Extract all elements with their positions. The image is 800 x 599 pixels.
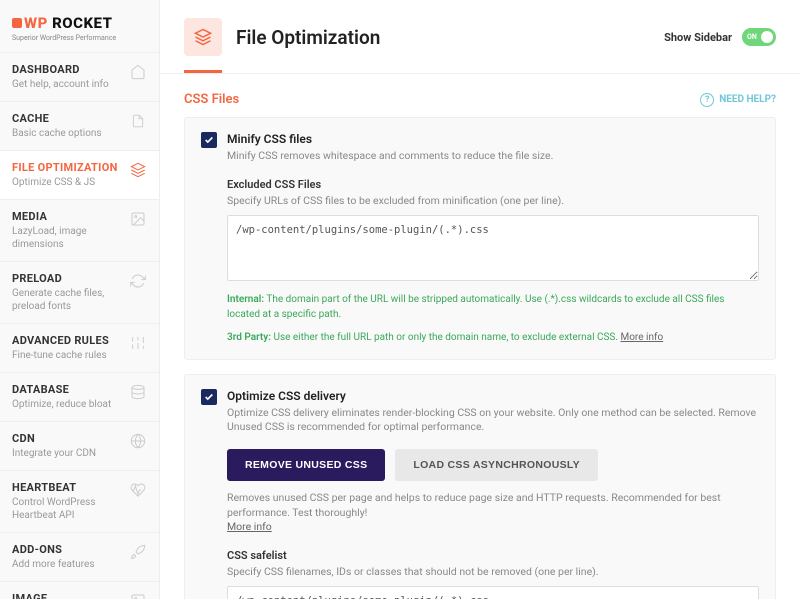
optimize-css-title: Optimize CSS delivery	[227, 389, 759, 403]
hint-3rdparty-label: 3rd Party:	[227, 332, 271, 343]
nav-subtitle: Add more features	[12, 558, 123, 571]
need-help-link[interactable]: ? NEED HELP?	[700, 93, 776, 107]
remove-unused-css-button[interactable]: REMOVE UNUSED CSS	[227, 449, 385, 481]
rocket-icon	[129, 543, 147, 561]
globe-icon	[129, 432, 147, 450]
more-info-link[interactable]: More info	[621, 332, 664, 343]
nav-subtitle: Integrate your CDN	[12, 447, 123, 460]
nav-title: MEDIA	[12, 210, 123, 223]
sidebar-item-advanced-rules[interactable]: ADVANCED RULES Fine-tune cache rules	[0, 323, 159, 372]
css-safelist-textarea[interactable]	[227, 586, 759, 599]
sidebar-item-database[interactable]: DATABASE Optimize, reduce bloat	[0, 372, 159, 421]
nav-subtitle: LazyLoad, image dimensions	[12, 225, 123, 251]
nav-subtitle: Optimize CSS & JS	[12, 176, 123, 189]
sidebar-item-preload[interactable]: PRELOAD Generate cache files, preload fon…	[0, 261, 159, 323]
nav-title: PRELOAD	[12, 272, 123, 285]
load-css-async-button[interactable]: LOAD CSS ASYNCHRONOUSLY	[395, 449, 598, 481]
sidebar-item-image-optimization[interactable]: IMAGE OPTIMIZATION	[0, 581, 159, 599]
hint-3rdparty-text: Use either the full URL path or only the…	[273, 332, 618, 343]
excluded-css-textarea[interactable]	[227, 215, 759, 281]
show-sidebar-toggle[interactable]: ON	[742, 28, 776, 46]
image2-icon	[129, 592, 147, 599]
main-content: File Optimization Show Sidebar ON CSS Fi…	[160, 0, 800, 599]
refresh-icon	[129, 272, 147, 290]
excluded-css-label: Excluded CSS Files	[227, 178, 759, 191]
more-info-link-2[interactable]: More info	[227, 520, 272, 533]
image-icon	[129, 210, 147, 228]
sidebar-item-cache[interactable]: CACHE Basic cache options	[0, 101, 159, 150]
nav-title: DATABASE	[12, 383, 123, 396]
show-sidebar-label: Show Sidebar	[664, 31, 732, 44]
home-icon	[129, 63, 147, 81]
sidebar-item-media[interactable]: MEDIA LazyLoad, image dimensions	[0, 199, 159, 261]
minify-css-checkbox[interactable]	[201, 132, 217, 148]
nav-title: HEARTBEAT	[12, 481, 123, 494]
nav-title: CDN	[12, 432, 123, 445]
sidebar: WP ROCKET Superior WordPress Performance…	[0, 0, 160, 599]
nav-subtitle: Fine-tune cache rules	[12, 349, 123, 362]
page-header: File Optimization Show Sidebar ON	[160, 0, 800, 56]
sidebar-item-dashboard[interactable]: DASHBOARD Get help, account info	[0, 52, 159, 101]
file-icon	[129, 112, 147, 130]
nav-title: FILE OPTIMIZATION	[12, 161, 123, 174]
minify-css-panel: Minify CSS files Minify CSS removes whit…	[184, 117, 776, 360]
sliders-icon	[129, 334, 147, 352]
optimize-css-checkbox[interactable]	[201, 389, 217, 405]
css-safelist-desc: Specify CSS filenames, IDs or classes th…	[227, 565, 759, 578]
hint-internal-label: Internal:	[227, 294, 264, 305]
database-icon	[129, 383, 147, 401]
nav-subtitle: Generate cache files, preload fonts	[12, 287, 123, 313]
layers-icon	[184, 18, 222, 56]
sidebar-item-add-ons[interactable]: ADD-ONS Add more features	[0, 532, 159, 581]
toggle-on-label: ON	[747, 33, 757, 41]
logo-rocket: ROCKET	[52, 14, 112, 32]
logo-wp: WP	[24, 14, 48, 32]
minify-css-title: Minify CSS files	[227, 132, 759, 146]
nav-title: CACHE	[12, 112, 123, 125]
nav-title: DASHBOARD	[12, 63, 123, 76]
nav-title: ADD-ONS	[12, 543, 123, 556]
need-help-label: NEED HELP?	[719, 94, 776, 105]
nav-subtitle: Optimize, reduce bloat	[12, 398, 123, 411]
nav-subtitle: Get help, account info	[12, 78, 123, 91]
css-safelist-label: CSS safelist	[227, 549, 759, 562]
remove-css-info: Removes unused CSS per page and helps to…	[227, 491, 721, 519]
sidebar-item-heartbeat[interactable]: HEARTBEAT Control WordPress Heartbeat API	[0, 470, 159, 532]
excluded-css-desc: Specify URLs of CSS files to be excluded…	[227, 194, 759, 207]
hint-internal-text: The domain part of the URL will be strip…	[227, 294, 724, 320]
layers-icon	[129, 161, 147, 179]
sidebar-item-cdn[interactable]: CDN Integrate your CDN	[0, 421, 159, 470]
logo-tagline: Superior WordPress Performance	[12, 34, 147, 42]
sidebar-item-file-optimization[interactable]: FILE OPTIMIZATION Optimize CSS & JS	[0, 150, 159, 199]
help-icon: ?	[700, 93, 714, 107]
nav-subtitle: Basic cache options	[12, 127, 123, 140]
nav-title: ADVANCED RULES	[12, 334, 123, 347]
optimize-css-panel: Optimize CSS delivery Optimize CSS deliv…	[184, 374, 776, 599]
minify-css-desc: Minify CSS removes whitespace and commen…	[227, 149, 759, 164]
brand-logo: WP ROCKET Superior WordPress Performance	[0, 0, 159, 52]
section-title: CSS Files	[184, 92, 239, 107]
optimize-css-desc: Optimize CSS delivery eliminates render-…	[227, 406, 759, 435]
active-tab-indicator	[184, 70, 222, 73]
heart-icon	[129, 481, 147, 499]
nav-subtitle: Control WordPress Heartbeat API	[12, 496, 123, 522]
page-title: File Optimization	[236, 26, 664, 49]
nav-title: IMAGE OPTIMIZATION	[12, 592, 123, 599]
